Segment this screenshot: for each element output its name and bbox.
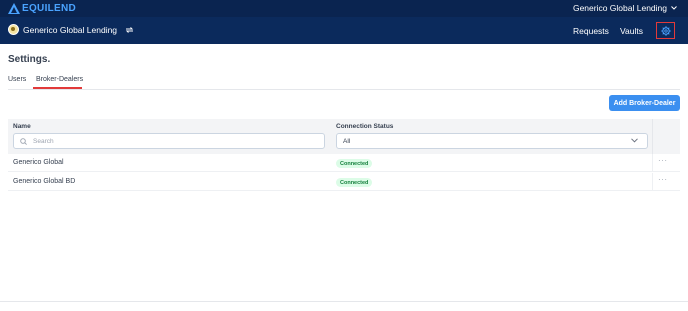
triangle-logo-icon [8, 3, 20, 14]
brand-name: EQUILEND [22, 3, 77, 14]
status-badge: Connected [336, 178, 373, 187]
org-switcher-label: Generico Global Lending [572, 3, 667, 13]
column-divider [652, 119, 653, 154]
column-header-name: Name [13, 123, 31, 130]
table-row[interactable]: Generico Global BD Connected ··· [8, 173, 680, 191]
more-options-icon[interactable]: ··· [658, 156, 668, 165]
chevron-down-icon [631, 138, 638, 143]
row-name: Generico Global BD [13, 178, 76, 185]
nav-vaults[interactable]: Vaults [620, 26, 643, 36]
search-input[interactable] [33, 137, 313, 145]
column-divider [652, 154, 653, 172]
entity-selector: Generico Global Lending [8, 24, 134, 35]
table-row[interactable]: Generico Global Connected ··· [8, 154, 680, 172]
search-icon [20, 137, 27, 145]
add-broker-dealer-button[interactable]: Add Broker-Dealer [609, 95, 680, 111]
footer-divider [0, 301, 688, 302]
connection-status-select[interactable]: All [336, 133, 648, 149]
column-header-status: Connection Status [336, 123, 394, 130]
brand-logo[interactable]: EQUILEND [8, 2, 76, 15]
status-select-value: All [343, 137, 351, 145]
nav-requests[interactable]: Requests [573, 26, 609, 36]
swap-arrows-icon[interactable] [125, 26, 134, 34]
column-divider [652, 173, 653, 191]
row-name: Generico Global [13, 159, 64, 166]
search-field[interactable] [13, 133, 325, 149]
main-navbar: Generico Global Lending Requests Vaults [0, 17, 688, 44]
gear-icon [660, 25, 671, 36]
tab-users[interactable]: Users [8, 76, 26, 83]
tab-broker-dealers[interactable]: Broker-Dealers [36, 76, 83, 83]
org-switcher[interactable]: Generico Global Lending [573, 3, 677, 13]
active-tab-indicator [33, 87, 82, 89]
entity-label: Generico Global Lending [23, 24, 118, 35]
page-title: Settings. [8, 54, 51, 65]
settings-tabs: Users Broker-Dealers [8, 76, 680, 90]
table-header: Name Connection Status All [8, 119, 680, 154]
more-options-icon[interactable]: ··· [658, 175, 668, 184]
top-bar: EQUILEND Generico Global Lending [0, 0, 688, 17]
chevron-down-icon [671, 6, 677, 10]
entity-avatar [8, 24, 19, 35]
status-badge: Connected [336, 159, 373, 168]
settings-button[interactable] [656, 22, 675, 39]
